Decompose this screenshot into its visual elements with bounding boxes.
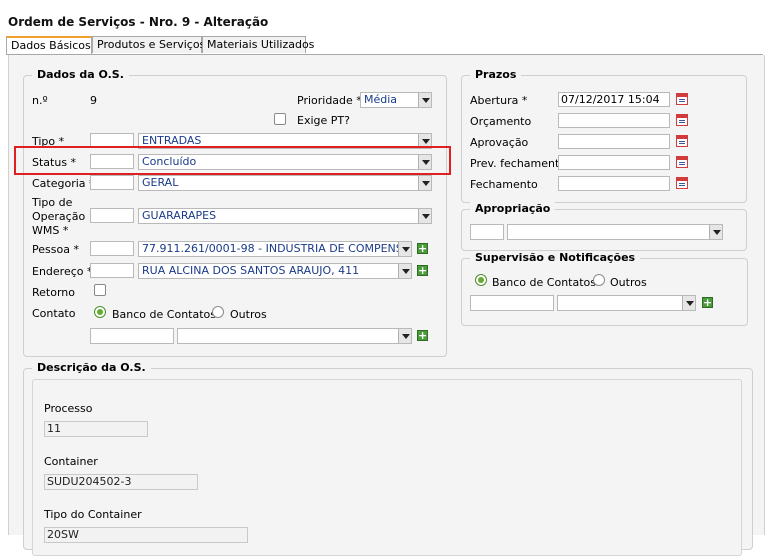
dados-os-legend: Dados da O.S.: [32, 68, 129, 81]
contato-outros-radio[interactable]: [212, 306, 224, 318]
dados-os-fieldset: Dados da O.S. n.º 9 Prioridade * Média E…: [23, 68, 447, 357]
categoria-code-input[interactable]: [90, 175, 134, 190]
tipo-operacao-label-2: Operação: [32, 210, 86, 223]
chevron-down-icon[interactable]: [398, 329, 411, 343]
calendar-icon[interactable]: [676, 177, 688, 189]
retorno-checkbox[interactable]: [94, 284, 106, 296]
pessoa-code-input[interactable]: [90, 241, 134, 256]
tipo-operacao-label-3: WMS *: [32, 224, 69, 237]
tab-produtos-servicos[interactable]: Produtos e Serviços: [92, 36, 205, 53]
add-contato-icon[interactable]: +: [417, 330, 428, 341]
chevron-down-icon[interactable]: [398, 264, 411, 278]
fechamento-input[interactable]: [558, 176, 670, 191]
calendar-icon[interactable]: [676, 156, 688, 168]
prazos-legend: Prazos: [470, 68, 522, 81]
supervisao-banco-label: Banco de Contatos: [492, 276, 596, 289]
supervisao-select[interactable]: [557, 295, 696, 311]
orcamento-label: Orçamento: [470, 115, 532, 128]
supervisao-fieldset: Supervisão e Notificações Banco de Conta…: [461, 251, 748, 326]
supervisao-outros-label: Outros: [610, 276, 647, 289]
chevron-down-icon[interactable]: [682, 296, 695, 310]
contato-code-input[interactable]: [90, 328, 174, 344]
descricao-fieldset: Descrição da O.S. Processo 11 Container …: [23, 361, 753, 556]
tipo-container-label: Tipo do Container: [44, 508, 142, 521]
status-highlight-box: [14, 146, 451, 175]
apropriacao-fieldset: Apropriação: [461, 202, 747, 251]
calendar-icon[interactable]: [676, 93, 688, 105]
add-pessoa-icon[interactable]: +: [417, 243, 428, 254]
chevron-down-icon[interactable]: [709, 225, 722, 239]
apropriacao-code-input[interactable]: [470, 224, 504, 240]
add-endereco-icon[interactable]: +: [417, 265, 428, 276]
calendar-icon[interactable]: [676, 114, 688, 126]
tipo-container-field: 20SW: [44, 527, 248, 543]
container-field: SUDU204502-3: [44, 474, 198, 490]
aprovacao-input[interactable]: [558, 134, 670, 149]
abertura-label: Abertura *: [470, 94, 528, 107]
tipo-operacao-label-1: Tipo de: [32, 196, 73, 209]
endereco-label: Endereço *: [32, 265, 93, 278]
tab-dados-basicos[interactable]: Dados Básicos: [6, 36, 92, 55]
fechamento-label: Fechamento: [470, 178, 538, 191]
tipo-operacao-code-input[interactable]: [90, 208, 134, 223]
apropriacao-legend: Apropriação: [470, 202, 556, 215]
pessoa-value: 77.911.261/0001-98 - INDUSTRIA DE COMPEN…: [142, 242, 412, 255]
prev-fechamento-label: Prev. fechamento: [470, 157, 567, 170]
window-title: Ordem de Serviços - Nro. 9 - Alteração: [8, 15, 269, 29]
prioridade-select[interactable]: Média: [360, 92, 432, 108]
prioridade-label: Prioridade *: [297, 94, 362, 107]
tab-materiais-utilizados[interactable]: Materiais Utilizados: [202, 36, 314, 53]
exige-pt-checkbox[interactable]: [274, 113, 286, 125]
supervisao-legend: Supervisão e Notificações: [470, 251, 641, 264]
chevron-down-icon[interactable]: [398, 242, 411, 256]
chevron-down-icon[interactable]: [418, 209, 431, 223]
contato-banco-radio[interactable]: [94, 306, 106, 318]
prazos-fieldset: Prazos Abertura * 07/12/2017 15:04 Orçam…: [461, 68, 747, 203]
descricao-inner-panel: Processo 11 Container SUDU204502-3 Tipo …: [32, 379, 742, 556]
add-supervisao-icon[interactable]: +: [702, 297, 713, 308]
categoria-value: GERAL: [142, 176, 179, 189]
processo-field: 11: [44, 421, 148, 437]
numero-value: 9: [90, 94, 97, 107]
tipo-operacao-select[interactable]: GUARARAPES: [138, 208, 432, 224]
supervisao-outros-radio[interactable]: [593, 274, 605, 286]
categoria-select[interactable]: GERAL: [138, 175, 432, 191]
contato-select[interactable]: [177, 328, 412, 344]
endereco-code-input[interactable]: [90, 263, 134, 278]
abertura-input[interactable]: 07/12/2017 15:04: [558, 92, 670, 107]
numero-label: n.º: [32, 94, 48, 107]
form-panel: Dados da O.S. n.º 9 Prioridade * Média E…: [8, 55, 765, 556]
exige-pt-label: Exige PT?: [297, 114, 350, 127]
container-label: Container: [44, 455, 98, 468]
contato-outros-label: Outros: [230, 308, 267, 321]
contato-banco-label: Banco de Contatos: [112, 308, 216, 321]
endereco-value: RUA ALCINA DOS SANTOS ARAUJO, 411: [142, 264, 360, 277]
descricao-legend: Descrição da O.S.: [32, 361, 151, 374]
apropriacao-select[interactable]: [507, 224, 723, 240]
categoria-label: Categoria *: [32, 177, 95, 190]
endereco-select[interactable]: RUA ALCINA DOS SANTOS ARAUJO, 411: [138, 263, 412, 279]
aprovacao-label: Aprovação: [470, 136, 529, 149]
prioridade-value: Média: [364, 93, 398, 106]
chevron-down-icon[interactable]: [418, 176, 431, 190]
retorno-label: Retorno: [32, 286, 75, 299]
pessoa-select[interactable]: 77.911.261/0001-98 - INDUSTRIA DE COMPEN…: [138, 241, 412, 257]
supervisao-code-input[interactable]: [470, 295, 554, 311]
processo-label: Processo: [44, 402, 93, 415]
orcamento-input[interactable]: [558, 113, 670, 128]
pessoa-label: Pessoa *: [32, 243, 79, 256]
contato-label: Contato: [32, 307, 76, 320]
prev-fechamento-input[interactable]: [558, 155, 670, 170]
tipo-operacao-value: GUARARAPES: [142, 209, 217, 222]
supervisao-banco-radio[interactable]: [475, 274, 487, 286]
calendar-icon[interactable]: [676, 135, 688, 147]
chevron-down-icon[interactable]: [418, 93, 431, 107]
